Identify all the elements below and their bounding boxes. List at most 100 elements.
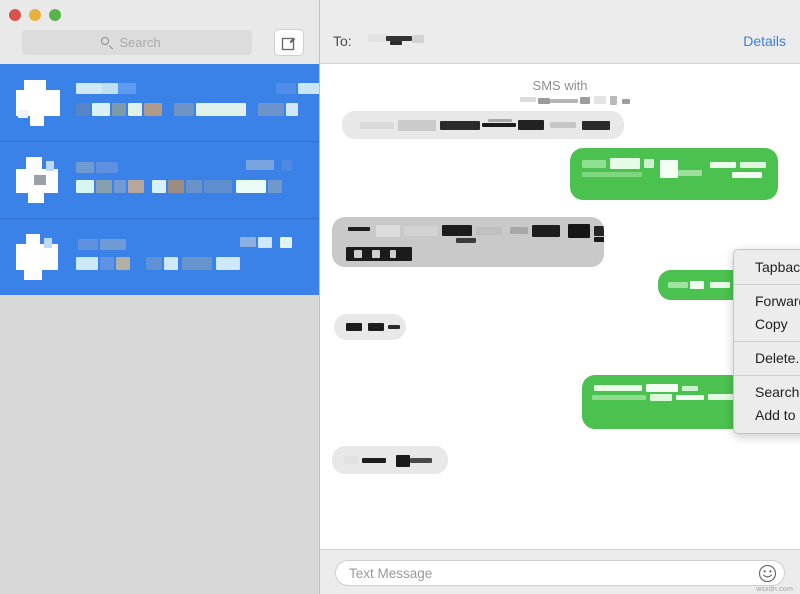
preview-redacted-4 xyxy=(146,257,162,270)
message-text-redacted xyxy=(388,325,400,329)
timestamp-redacted-2 xyxy=(282,160,292,171)
window-controls xyxy=(9,9,61,21)
messages-list[interactable]: SMS with xyxy=(320,64,800,549)
message-text-redacted xyxy=(740,162,766,168)
name-block-3 xyxy=(550,99,578,103)
message-text-redacted xyxy=(410,458,432,463)
message-text-redacted xyxy=(660,160,678,178)
message-text-redacted xyxy=(488,119,512,122)
message-text-redacted xyxy=(650,394,672,401)
recipient-block-1 xyxy=(368,34,388,42)
message-text-redacted xyxy=(404,226,438,236)
name-block-6 xyxy=(610,96,617,105)
recipient-redacted[interactable] xyxy=(368,32,424,48)
conversation-row-1[interactable] xyxy=(0,64,319,141)
preview-redacted-6 xyxy=(174,102,194,116)
preview-redacted-3 xyxy=(114,180,126,193)
watermark: wsxdn.com xyxy=(756,586,793,593)
message-input[interactable]: Text Message xyxy=(335,560,785,586)
contact-name-redacted-2 xyxy=(102,82,118,94)
search-input[interactable]: Search xyxy=(22,30,252,55)
context-menu[interactable]: Tapback... Forward... Copy Delete... Sea… xyxy=(733,249,800,434)
message-text-redacted xyxy=(440,121,480,130)
preview-redacted-2 xyxy=(100,257,114,270)
recipient-block-3 xyxy=(390,41,402,45)
message-text-redacted xyxy=(396,455,410,467)
menu-item-search-with-google[interactable]: Search With Google xyxy=(734,381,800,404)
preview-redacted-1 xyxy=(76,102,90,116)
preview-redacted-10 xyxy=(268,180,282,193)
message-bubble-received-3[interactable] xyxy=(332,446,448,474)
name-block-5 xyxy=(594,96,606,104)
message-text-redacted xyxy=(592,395,646,400)
sidebar: Search xyxy=(0,0,320,594)
conversation-row-2[interactable] xyxy=(0,141,319,218)
message-text-redacted xyxy=(644,159,654,168)
timestamp-redacted-2 xyxy=(258,237,272,248)
message-text-redacted xyxy=(594,226,604,236)
contact-name-redacted-2 xyxy=(96,162,118,173)
conversation-list[interactable] xyxy=(0,64,319,594)
compose-button[interactable] xyxy=(274,29,304,56)
timestamp-redacted xyxy=(246,160,274,170)
name-block-7 xyxy=(622,99,630,104)
contact-name-redacted xyxy=(76,82,102,94)
smiley-icon xyxy=(758,564,777,583)
message-text-redacted xyxy=(456,238,476,243)
to-label: To: xyxy=(333,33,352,49)
preview-redacted-7 xyxy=(216,257,240,270)
timestamp-redacted-3 xyxy=(280,237,292,248)
name-block-4 xyxy=(580,97,590,104)
message-bubble-received-selected[interactable] xyxy=(332,217,604,267)
message-text-redacted xyxy=(362,458,386,463)
message-text-redacted xyxy=(710,162,736,168)
message-text-redacted xyxy=(710,282,730,288)
menu-item-copy[interactable]: Copy xyxy=(734,313,800,336)
preview-redacted-5 xyxy=(152,180,166,193)
close-window-button[interactable] xyxy=(9,9,21,21)
conversation-pane: To: Details SMS with Tapbac Forwar Copy … xyxy=(320,0,800,594)
message-bubble-sent-1[interactable] xyxy=(570,148,778,200)
message-text-redacted xyxy=(518,120,544,130)
contact-name-redacted-3 xyxy=(118,82,136,94)
conversation-row-3[interactable] xyxy=(0,218,319,295)
conversation-row-1-content xyxy=(76,75,319,131)
message-text-redacted xyxy=(690,281,704,289)
message-text-redacted xyxy=(610,158,640,169)
message-text-redacted xyxy=(682,386,698,391)
message-placeholder: Text Message xyxy=(349,565,433,581)
avatar xyxy=(16,79,62,126)
minimize-window-button[interactable] xyxy=(29,9,41,21)
name-block-2 xyxy=(538,98,550,104)
details-link[interactable]: Details xyxy=(743,33,786,49)
menu-separator-3 xyxy=(734,375,800,376)
preview-redacted-7 xyxy=(196,102,246,116)
message-text-redacted xyxy=(360,122,394,129)
message-bubble-received-2[interactable] xyxy=(334,314,406,340)
contact-name-redacted xyxy=(78,239,98,250)
menu-item-delete[interactable]: Delete... xyxy=(734,347,800,370)
message-text-redacted xyxy=(550,122,576,128)
preview-redacted-1 xyxy=(76,180,94,193)
emoji-button[interactable] xyxy=(758,564,777,583)
sidebar-toolbar: Search xyxy=(0,0,319,64)
message-text-redacted xyxy=(482,123,516,127)
message-text-redacted xyxy=(376,225,400,237)
composer-bar: Text Message wsxdn.com xyxy=(320,549,800,594)
message-text-redacted xyxy=(346,323,362,331)
conversation-row-2-content xyxy=(76,152,319,208)
timestamp-redacted xyxy=(276,82,296,94)
menu-item-tapback[interactable]: Tapback... xyxy=(734,256,800,279)
message-emoji-redacted xyxy=(390,250,396,258)
avatar xyxy=(16,157,62,203)
preview-redacted-4 xyxy=(128,180,144,193)
message-text-redacted xyxy=(476,227,502,235)
menu-item-add-to-itunes-spoken-track[interactable]: Add to iTunes as a Spoken Track xyxy=(734,404,800,427)
preview-redacted-6 xyxy=(182,257,212,270)
conversation-header: To: Details xyxy=(320,0,800,64)
search-field-contents: Search xyxy=(101,35,161,50)
preview-redacted-8 xyxy=(258,102,284,116)
maximize-window-button[interactable] xyxy=(49,9,61,21)
message-bubble-received-1[interactable] xyxy=(342,111,624,139)
menu-item-forward[interactable]: Forward... xyxy=(734,290,800,313)
